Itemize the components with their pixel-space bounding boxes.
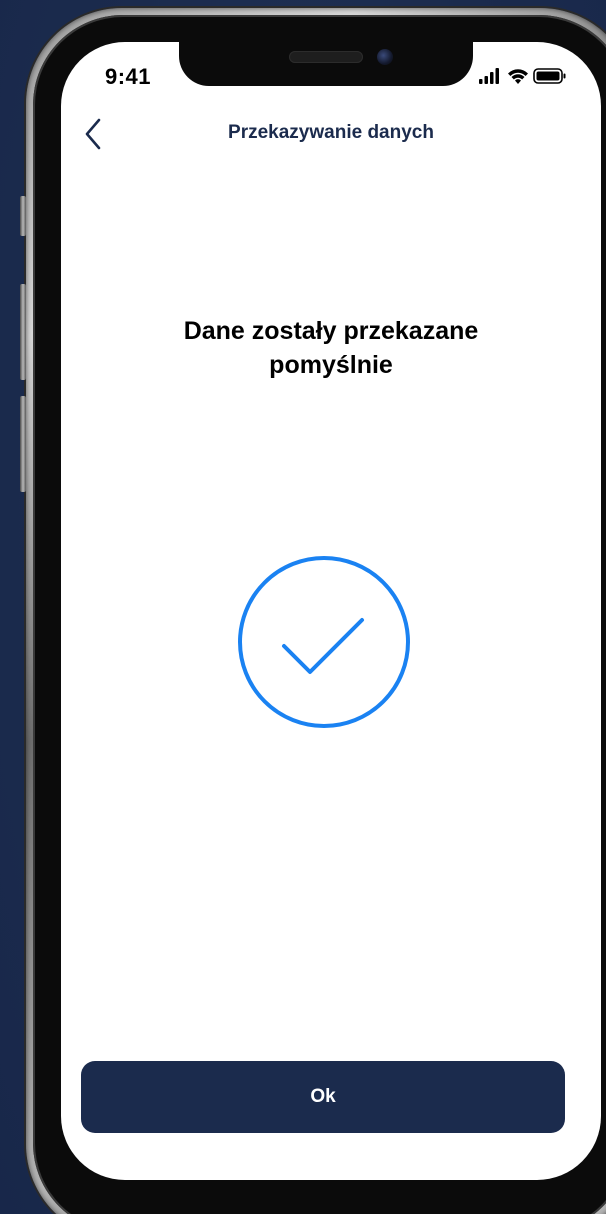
notch <box>179 42 473 86</box>
app-screen: 9:41 Przekazywanie danych Dane zostały p… <box>61 42 601 1180</box>
check-circle-icon <box>236 554 412 730</box>
success-message: Dane zostały przekazane pomyślnie <box>183 317 479 379</box>
side-button-mute <box>20 196 26 236</box>
speaker-grille <box>289 51 363 63</box>
side-button-volume-up <box>20 284 26 380</box>
wifi-icon <box>508 69 528 84</box>
status-icons <box>479 66 569 86</box>
status-time: 9:41 <box>105 64 152 89</box>
page-title: Przekazywanie danych <box>228 122 434 143</box>
side-button-volume-down <box>20 396 26 492</box>
signal-icon <box>479 68 499 84</box>
ok-button[interactable]: Ok <box>81 1061 565 1133</box>
front-camera <box>377 49 393 65</box>
device-mockup: 9:41 Przekazywanie danych Dane zostały p… <box>0 0 606 1214</box>
battery-icon <box>533 68 566 84</box>
